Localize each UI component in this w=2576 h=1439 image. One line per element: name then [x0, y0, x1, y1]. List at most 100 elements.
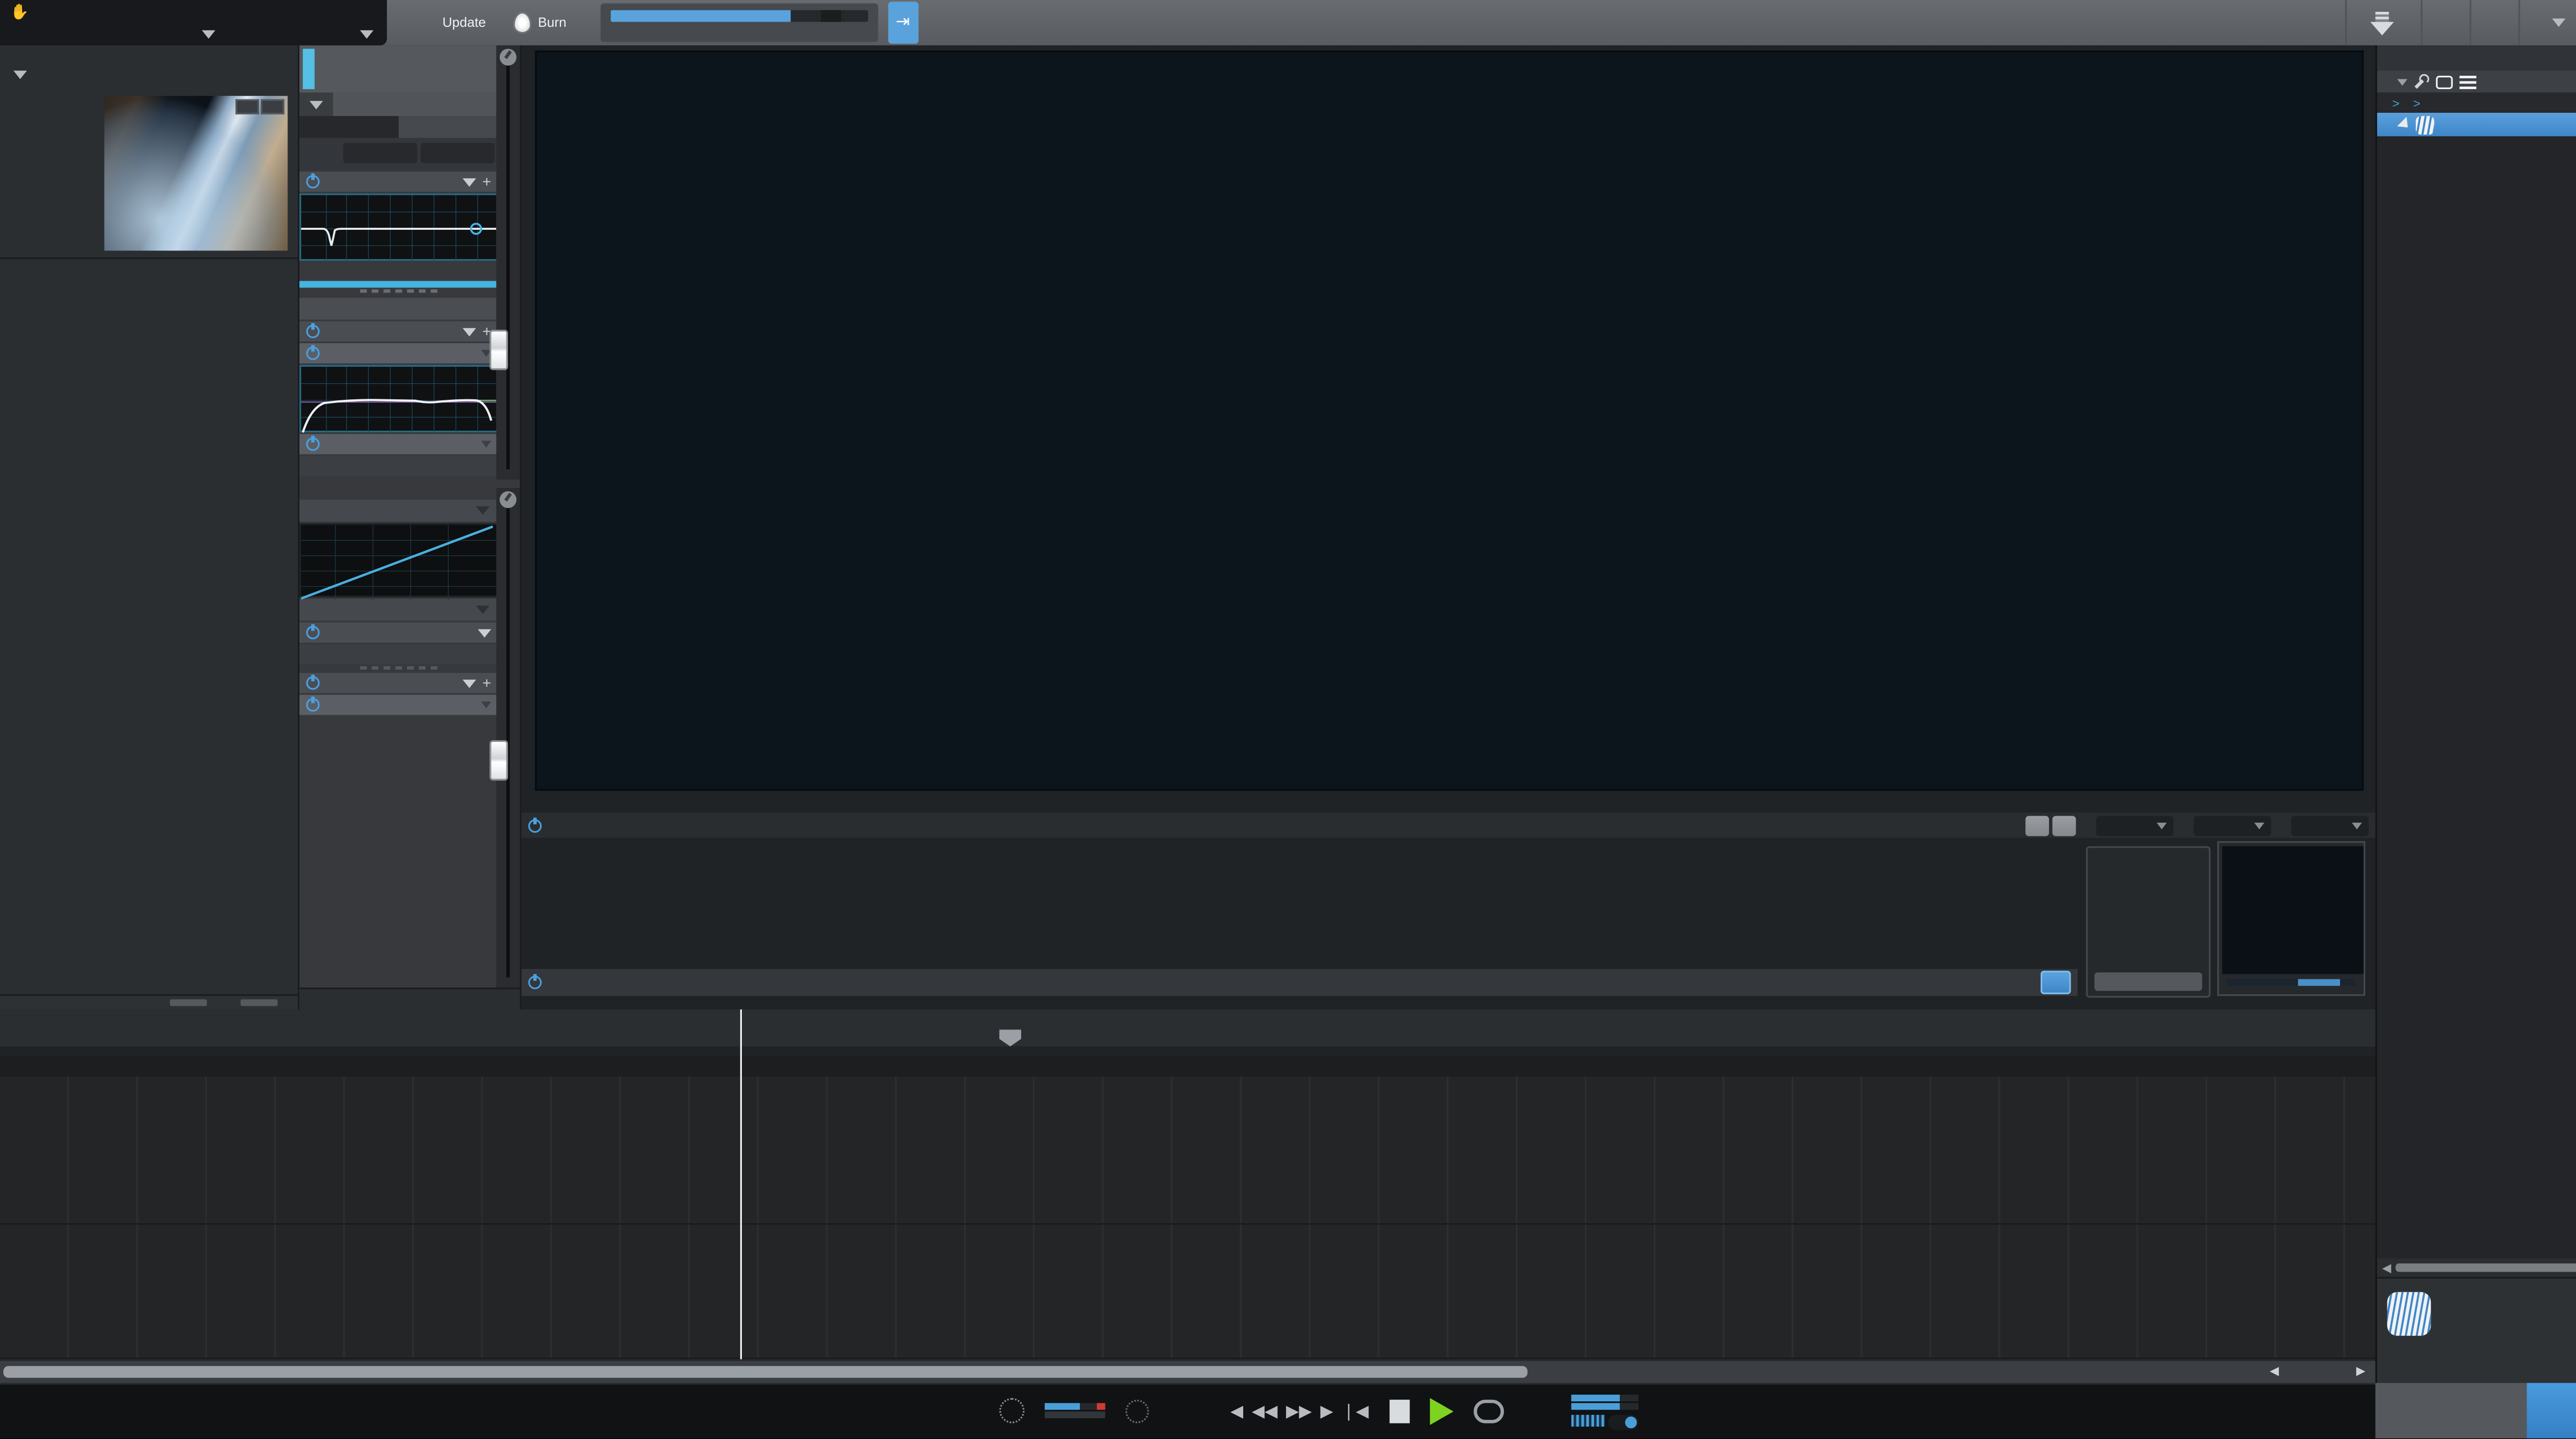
clip-lanes — [0, 1076, 2376, 1360]
arrange-scrollbar[interactable]: ◀ ▶ — [0, 1359, 2376, 1383]
return-to-start-button[interactable]: ❘◀ — [1342, 1402, 1369, 1421]
power-icon[interactable] — [306, 624, 320, 639]
add-insert-icon[interactable]: + — [482, 173, 491, 190]
spectrum-controls — [521, 812, 2376, 838]
control-dropdown-icon[interactable] — [360, 30, 374, 39]
next-marker-button[interactable]: ▶ — [1320, 1402, 1333, 1421]
ruler-ticks — [0, 1046, 2376, 1057]
parameter-display[interactable]: ✋ — [0, 0, 387, 46]
album-collapse-icon[interactable] — [13, 71, 27, 79]
power-icon[interactable] — [306, 323, 320, 338]
midi-icon — [999, 1398, 1025, 1424]
slope-toggle[interactable] — [2025, 815, 2049, 836]
fader-handle[interactable] — [489, 329, 509, 370]
meter-mode-row — [521, 969, 2078, 996]
effects-hscrollbar[interactable]: ◀▶ — [2377, 1258, 2576, 1277]
monitor-label[interactable] — [299, 987, 520, 1010]
master-inserts-header[interactable]: + — [299, 321, 498, 342]
tab-pre-fx[interactable] — [299, 116, 399, 138]
channel-fader[interactable] — [489, 45, 520, 480]
power-icon[interactable] — [306, 696, 320, 712]
toolbar-action-button[interactable]: Burn — [503, 8, 577, 37]
browse-button[interactable] — [2527, 1383, 2576, 1438]
range-select[interactable] — [2096, 815, 2174, 836]
list-view-icon[interactable] — [2459, 75, 2477, 89]
power-icon[interactable] — [306, 345, 320, 360]
comp-mode-select[interactable] — [299, 499, 498, 522]
stop-button[interactable] — [1388, 1399, 1410, 1424]
scroll-right-icon[interactable]: ▶ — [2356, 1364, 2365, 1378]
compressor-curve-display[interactable] — [299, 523, 498, 600]
meter-power-icon[interactable] — [528, 974, 542, 989]
inserts-header[interactable]: + — [299, 172, 498, 192]
spectrum-power-icon[interactable] — [528, 817, 542, 832]
nav-project-button[interactable] — [2518, 0, 2576, 46]
fader-handle[interactable] — [489, 740, 509, 781]
collapse-button[interactable] — [299, 92, 333, 116]
download-button[interactable] — [2345, 0, 2421, 46]
hold-select[interactable] — [2193, 815, 2272, 836]
artwork-image[interactable] — [104, 96, 288, 251]
add-insert-icon[interactable]: + — [482, 674, 491, 691]
tab-post-fx[interactable] — [398, 116, 498, 138]
smooth-toggle[interactable] — [2052, 815, 2076, 836]
artwork-more-button[interactable] — [235, 99, 259, 115]
param-dropdown-icon[interactable] — [201, 30, 215, 39]
fat-channel-row[interactable] — [299, 434, 498, 454]
post-plugin-row[interactable] — [299, 695, 498, 715]
master-fader[interactable] — [489, 487, 520, 988]
limiter-input-row[interactable] — [299, 644, 498, 665]
pan-knob-icon[interactable] — [499, 491, 517, 509]
cd-timeline-widget[interactable] — [600, 3, 878, 42]
playhead[interactable] — [740, 1009, 742, 1360]
artwork-clear-button[interactable] — [261, 99, 284, 115]
power-icon[interactable] — [306, 173, 320, 189]
mono-toggle[interactable] — [1607, 1414, 1638, 1429]
power-icon[interactable] — [306, 435, 320, 451]
play-button[interactable] — [1429, 1398, 1453, 1425]
tracklist-scrollbar[interactable] — [0, 994, 298, 1010]
update-loudness-button[interactable] — [333, 92, 498, 116]
ebu-range-button[interactable] — [2040, 971, 2071, 994]
toolbar-action-button[interactable]: Update — [407, 8, 496, 37]
lane-1[interactable] — [0, 1076, 2376, 1225]
power-icon[interactable] — [306, 674, 320, 690]
scrollbar-thumb[interactable] — [3, 1366, 1528, 1378]
nav-song-button[interactable] — [2469, 0, 2518, 46]
channel-header[interactable] — [299, 45, 498, 93]
nav-start-button[interactable] — [2420, 0, 2470, 46]
reset-button[interactable] — [2094, 972, 2202, 991]
album-track-list — [0, 257, 298, 259]
loudness-meter — [521, 841, 2078, 1010]
prev-marker-button[interactable]: ◀ — [1230, 1402, 1243, 1421]
post-header[interactable]: + — [299, 673, 498, 693]
performance-meter[interactable] — [1045, 1403, 1106, 1420]
browser-panel: > > ◀▶ — [2375, 45, 2576, 1383]
album-artist — [0, 59, 298, 62]
hpf-row[interactable] — [299, 455, 498, 477]
wrench-icon[interactable] — [2414, 74, 2430, 89]
pan-knob-icon[interactable] — [499, 48, 517, 66]
eq-mode-select[interactable] — [299, 599, 498, 621]
avg-select[interactable] — [2291, 815, 2369, 836]
sort-dropdown-icon[interactable] — [2397, 78, 2408, 85]
spectrum-analyzer[interactable] — [535, 50, 2364, 791]
insert-plugin-row[interactable] — [299, 343, 498, 364]
thumbnail-view-icon[interactable] — [2436, 75, 2453, 89]
goniometer — [2222, 846, 2364, 974]
expand-icon[interactable] — [2397, 116, 2413, 132]
time-ruler[interactable] — [0, 1009, 2376, 1047]
next-marker-button[interactable]: ⇥ — [888, 2, 918, 44]
fx-tabs — [299, 116, 498, 138]
rewind-button[interactable]: ◀◀ — [1252, 1402, 1278, 1421]
master-eq-curve-display[interactable] — [299, 365, 498, 434]
pro-eq-curve-display[interactable] — [299, 193, 498, 263]
forward-button[interactable]: ▶▶ — [1286, 1402, 1312, 1421]
scroll-left-icon[interactable]: ◀ — [2270, 1364, 2279, 1378]
panel-splitter[interactable] — [299, 281, 498, 293]
master-header[interactable] — [299, 297, 498, 320]
lane-2[interactable] — [0, 1225, 2376, 1360]
vendor-node-selected[interactable] — [2377, 112, 2576, 137]
limiter-header[interactable] — [299, 622, 498, 643]
loop-button[interactable] — [1473, 1399, 1503, 1424]
